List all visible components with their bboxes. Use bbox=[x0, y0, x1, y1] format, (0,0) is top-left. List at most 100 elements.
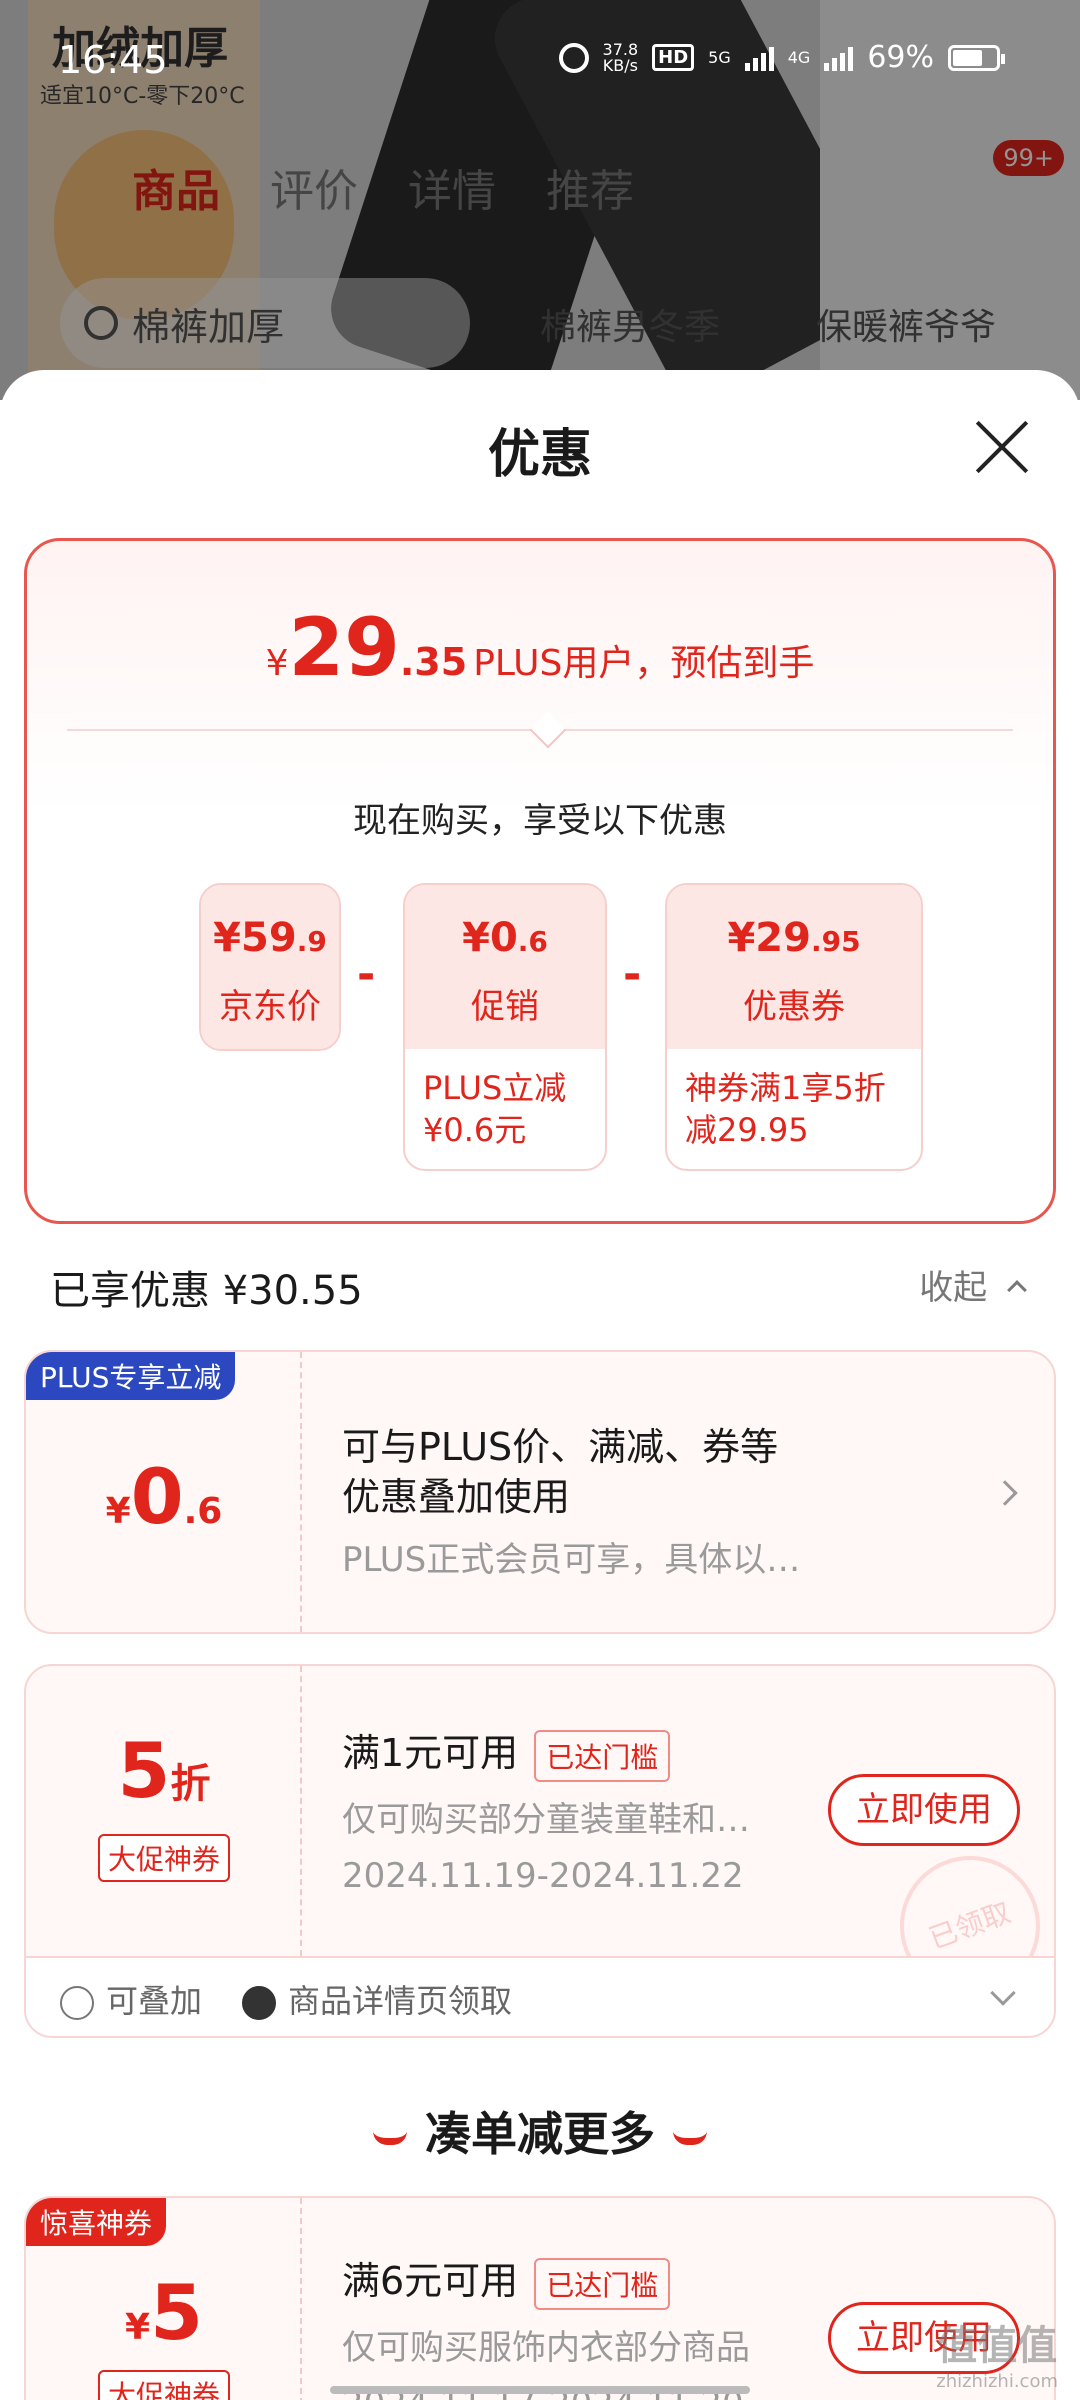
coupon2-currency: ¥ bbox=[125, 2307, 151, 2348]
plus-line2: 优惠叠加使用 bbox=[342, 1475, 571, 1519]
coupon-dec: .95 bbox=[810, 925, 861, 958]
promo-int: 0 bbox=[489, 915, 518, 961]
promo-box: ¥0.6 促销 PLUS立减 ¥0.6元 bbox=[403, 883, 607, 1171]
jd-price-box: ¥59.9 京东价 bbox=[199, 883, 341, 1051]
coupon1-reached-badge: 已达门槛 bbox=[534, 1729, 671, 1782]
smile-icon bbox=[373, 2131, 407, 2145]
jd-price-int: 59 bbox=[241, 915, 297, 961]
collapse-toggle[interactable]: 收起 bbox=[919, 1260, 1027, 1309]
coupon2-number: 5 bbox=[150, 2268, 203, 2357]
chevron-down-icon bbox=[529, 711, 567, 749]
promo-desc: PLUS立减 ¥0.6元 bbox=[423, 1069, 567, 1149]
coupon-desc: 神券满1享5折 减29.95 bbox=[685, 1069, 886, 1149]
sim1-label: 5G bbox=[708, 47, 731, 67]
battery-icon bbox=[948, 44, 1005, 71]
sheet-title: 优惠 bbox=[487, 425, 592, 485]
plus-amount: ¥0.6 bbox=[26, 1452, 302, 1541]
plus-tag: PLUS专享立减 bbox=[26, 1352, 236, 1400]
coupon-int: 29 bbox=[755, 915, 811, 961]
price-decimal: .35 bbox=[399, 640, 468, 684]
chevron-right-icon[interactable] bbox=[992, 1480, 1018, 1506]
net-speed: 37.8 KB/s bbox=[602, 41, 639, 75]
coupon1-number: 5 bbox=[117, 1726, 171, 1815]
more-title-text: 凑单减更多 bbox=[425, 2107, 655, 2161]
coupon-box: ¥29.95 优惠券 神券满1享5折 减29.95 bbox=[665, 883, 923, 1171]
hd-icon: HD bbox=[652, 44, 695, 71]
summary-subtitle: 现在购买，享受以下优惠 bbox=[353, 801, 727, 841]
enjoyed-discount: 已享优惠 ¥30.55 bbox=[50, 1268, 363, 1314]
surprise-tag: 惊喜神券 bbox=[26, 2198, 167, 2246]
coupon1-value: 5折 bbox=[26, 1726, 302, 1815]
source-label: 商品详情页领取 bbox=[288, 1982, 513, 2020]
smile-icon bbox=[673, 2131, 707, 2145]
battery-fill bbox=[953, 49, 982, 66]
use-now-button[interactable]: 立即使用 bbox=[828, 1774, 1020, 1846]
coupon-card-1: 5折 大促神券 满1元可用 已达门槛 仅可购买部分童装童鞋和… 2024.11.1… bbox=[24, 1664, 1056, 2038]
coupon2-scope: 仅可购买服饰内衣部分商品 bbox=[342, 2328, 750, 2368]
estimated-price: ¥29.35 PLUS用户，预估到手 bbox=[27, 601, 1053, 694]
sim2-label: 4G bbox=[787, 47, 811, 67]
promo-label: 促销 bbox=[471, 987, 539, 1027]
coupon1-scope: 仅可购买部分童装童鞋和… bbox=[342, 1800, 750, 1840]
coupon1-title-row: 满1元可用 已达门槛 bbox=[342, 1722, 671, 1782]
promo-dec: .6 bbox=[517, 925, 548, 958]
coupon2-title-row: 满6元可用 已达门槛 bbox=[342, 2250, 671, 2310]
coupon2-title: 满6元可用 bbox=[342, 2259, 519, 2303]
price-summary-card: ¥29.35 PLUS用户，预估到手 现在购买，享受以下优惠 ¥59.9 京东价 … bbox=[24, 538, 1056, 1224]
watermark: 值值值 zhizhizhi.com bbox=[936, 2313, 1058, 2392]
price-integer: 29 bbox=[288, 601, 400, 694]
status-time: 16:45 bbox=[58, 38, 168, 82]
close-icon[interactable] bbox=[974, 418, 1030, 474]
price-note: PLUS用户，预估到手 bbox=[473, 643, 815, 684]
minus-sign-1: - bbox=[357, 949, 376, 1000]
chevron-up-icon bbox=[1007, 1279, 1027, 1300]
signal-icon-2 bbox=[824, 45, 854, 71]
coupon1-date: 2024.11.19-2024.11.22 bbox=[342, 1856, 744, 1896]
watermark-url: zhizhizhi.com bbox=[936, 2371, 1058, 2392]
jd-price-currency: ¥ bbox=[213, 915, 242, 961]
coupon1-type: 大促神券 bbox=[97, 1834, 230, 1882]
jd-price-head: ¥59.9 京东价 bbox=[201, 885, 339, 1049]
coupon1-footer[interactable]: 可叠加 商品详情页领取 bbox=[26, 1956, 1054, 2036]
promo-currency: ¥ bbox=[462, 915, 490, 961]
price-currency: ¥ bbox=[265, 643, 289, 684]
discount-sheet: 优惠 ¥29.35 PLUS用户，预估到手 现在购买，享受以下优惠 ¥59.9 京… bbox=[0, 370, 1080, 2400]
ticket-icon bbox=[242, 1986, 277, 2020]
coupon1-title: 满1元可用 bbox=[342, 1731, 519, 1775]
plus-sub: PLUS正式会员可享，具体以… bbox=[342, 1540, 801, 1580]
plus-dec: .6 bbox=[183, 1491, 223, 1532]
source-info: 商品详情页领取 bbox=[242, 1976, 512, 2022]
status-bar: 16:45 37.8 KB/s HD 5G 4G 69% bbox=[0, 0, 1080, 120]
chevron-down-icon[interactable] bbox=[990, 1980, 1016, 2006]
watermark-text: 值值值 bbox=[937, 2323, 1058, 2369]
plus-line1: 可与PLUS价、满减、券等 bbox=[342, 1425, 779, 1469]
promo-head: ¥0.6 促销 bbox=[405, 885, 605, 1049]
coupon-label: 优惠券 bbox=[743, 987, 845, 1027]
coupon2-reached-badge: 已达门槛 bbox=[534, 2257, 671, 2310]
more-discount-title: 凑单减更多 bbox=[0, 2098, 1080, 2164]
home-indicator[interactable] bbox=[330, 2386, 750, 2394]
coupon-head: ¥29.95 优惠券 bbox=[667, 885, 921, 1049]
coupon1-unit: 折 bbox=[170, 1761, 211, 1807]
jd-price-dec: .9 bbox=[296, 925, 327, 958]
coupon2-type-wrap: 大促神券 bbox=[26, 2370, 302, 2400]
alarm-icon bbox=[558, 42, 589, 73]
coupon2-type: 大促神券 bbox=[97, 2370, 230, 2400]
minus-sign-2: - bbox=[623, 949, 642, 1000]
net-speed-unit: KB/s bbox=[602, 55, 638, 75]
jd-price-label: 京东价 bbox=[219, 987, 321, 1027]
stackable-label: 可叠加 bbox=[106, 1982, 203, 2020]
stackable-info: 可叠加 bbox=[60, 1976, 202, 2022]
plus-currency: ¥ bbox=[105, 1491, 131, 1532]
coupon-currency: ¥ bbox=[727, 915, 756, 961]
plus-discount-card[interactable]: PLUS专享立减 ¥0.6 可与PLUS价、满减、券等 优惠叠加使用 PLUS正… bbox=[24, 1350, 1056, 1634]
coupon-card-2: 惊喜神券 ¥5 大促神券 满6元可用已达门槛 仅可购买服饰内衣部分商品 2024… bbox=[24, 2196, 1056, 2400]
plus-int: 0 bbox=[130, 1452, 184, 1541]
status-icons: 37.8 KB/s HD 5G 4G 69% bbox=[558, 40, 1005, 75]
coupon1-type-wrap: 大促神券 bbox=[26, 1834, 302, 1882]
battery-percent: 69% bbox=[867, 40, 934, 75]
collapse-label: 收起 bbox=[919, 1268, 988, 1308]
coupon2-value: ¥5 bbox=[26, 2268, 302, 2357]
signal-icon-1 bbox=[744, 45, 774, 71]
stack-icon bbox=[60, 1986, 94, 2020]
